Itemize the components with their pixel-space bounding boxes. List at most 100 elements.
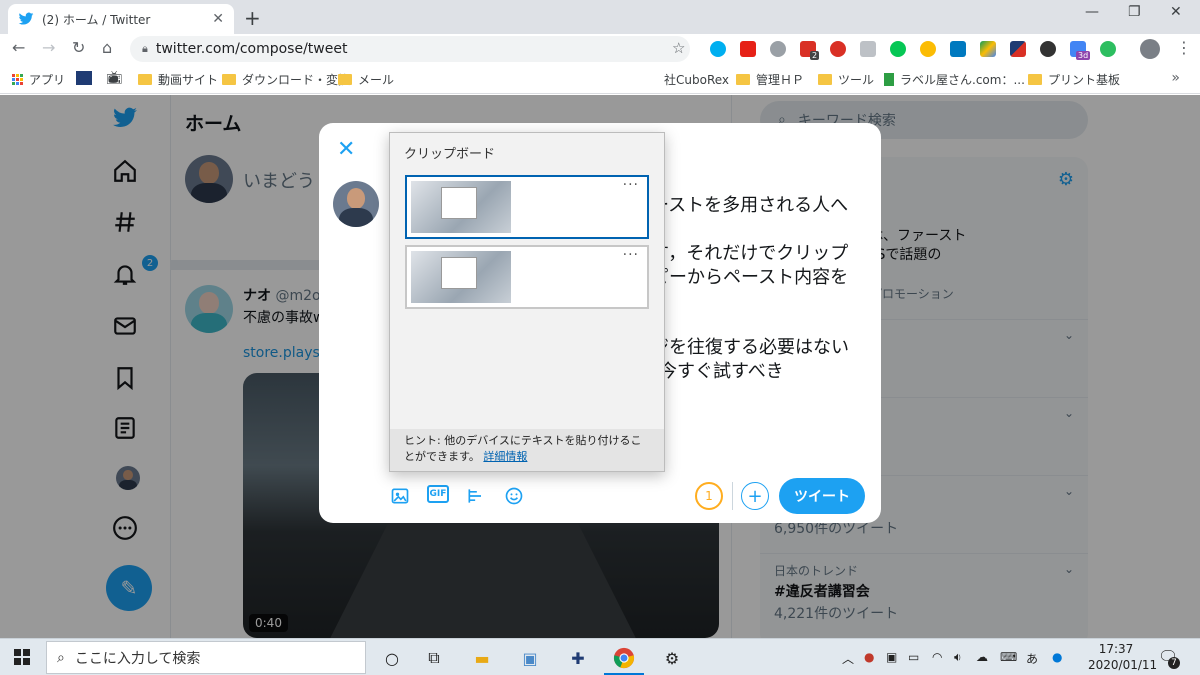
sync-extension-icon[interactable] [920, 41, 936, 57]
bookmarks-overflow-icon[interactable]: » [1171, 70, 1180, 86]
bookmark-label: 動画サイト [158, 73, 219, 87]
address-bar[interactable]: 🔒︎ twitter.com/compose/tweet [130, 36, 690, 62]
task-view-icon[interactable]: ⧉ [422, 646, 446, 670]
bookmark-icon-a[interactable] [76, 71, 92, 85]
bookmark-label-site[interactable]: ラベル屋さん.com：... [884, 71, 1025, 88]
gif-icon[interactable]: GIF [427, 485, 449, 503]
app-launcher-icon[interactable]: ✚ [566, 646, 590, 670]
panda-extension-icon[interactable] [1040, 41, 1056, 57]
label-site-icon [884, 73, 894, 86]
evernote-extension-icon[interactable] [1100, 41, 1116, 57]
bookmark-folder-tools[interactable]: ツール [818, 71, 874, 88]
cortana-circle-icon[interactable]: ○ [380, 646, 404, 670]
tab-strip: (2) ホーム / Twitter ✕ + — ❐ ✕ [0, 0, 1200, 34]
restore-icon[interactable]: ❐ [1128, 4, 1141, 20]
skype-extension-icon[interactable] [710, 41, 726, 57]
adblock-extension-icon[interactable] [830, 41, 846, 57]
close-window-icon[interactable]: ✕ [1170, 4, 1182, 20]
close-modal-icon[interactable]: ✕ [337, 137, 355, 162]
skype-gray-extension-icon[interactable] [770, 41, 786, 57]
clock-time: 17:37 [1098, 642, 1134, 656]
home-icon[interactable]: ⌂ [102, 38, 112, 57]
bookmark-folder-pcb[interactable]: プリント基板 [1028, 71, 1120, 88]
add-tweet-plus-icon[interactable]: + [741, 482, 769, 510]
bookmark-label: ダウンロード・変換 [242, 73, 351, 87]
tweet-draft-line[interactable]: 今すぐ試すべき [659, 357, 879, 383]
settings-gear-icon[interactable]: ⚙ [660, 646, 684, 670]
twitter-bird-icon [18, 12, 34, 25]
tray-network-status-icon[interactable]: ▣ [886, 650, 897, 664]
drive-extension-icon[interactable] [980, 41, 996, 57]
file-explorer-icon[interactable]: ▬ [470, 646, 494, 670]
close-tab-icon[interactable]: ✕ [212, 11, 224, 27]
bookmark-folder-download[interactable]: ダウンロード・変換 [222, 71, 350, 88]
clipboard-item-1[interactable]: ··· [405, 175, 649, 239]
calendar-extension-badge: 3d [1076, 51, 1091, 60]
twitter-page: 2 ✎ ホーム いまどうし ナオ @m2o_ 不慮の事故w store.play… [0, 95, 1200, 638]
browser-toolbar: ← → ↻ ⌂ 🔒︎ twitter.com/compose/tweet ☆ 2… [0, 34, 1200, 64]
photos-app-icon[interactable]: ▣ [518, 646, 542, 670]
pdf-extension-icon[interactable] [1010, 41, 1026, 57]
folder-icon [818, 74, 832, 85]
menu-kebab-icon[interactable]: ⋮ [1176, 38, 1192, 57]
chrome-icon[interactable] [612, 646, 636, 670]
clipboard-item-more-icon[interactable]: ··· [623, 247, 639, 263]
clock-date: 2020/01/11 [1088, 658, 1158, 672]
mail-extension-badge: 2 [810, 51, 820, 60]
tweet-draft-line[interactable]: ジを往復する必要はない [651, 333, 871, 359]
tray-blue-app-icon[interactable]: ● [1052, 650, 1062, 664]
poll-icon[interactable] [465, 485, 487, 507]
clipboard-item-2[interactable]: ··· [405, 245, 649, 309]
character-counter: 1 [695, 482, 723, 510]
bookmark-apps[interactable]: アプリ [12, 71, 65, 88]
bookmark-folder-mail[interactable]: メール [338, 71, 394, 88]
onedrive-cloud-icon[interactable]: ☁ [976, 650, 988, 664]
apps-grid-icon [12, 74, 23, 85]
emoji-icon[interactable] [503, 485, 525, 507]
bookmark-folder-video[interactable]: 動画サイト [138, 71, 218, 88]
clipboard-details-link[interactable]: 詳細情報 [483, 450, 527, 463]
tweet-button[interactable]: ツイート [779, 478, 865, 514]
tweet-draft-line[interactable]: す，それだけでクリップ [651, 239, 871, 265]
trello-extension-icon[interactable] [950, 41, 966, 57]
taskbar-clock[interactable]: 17:37 2020/01/11 [1088, 641, 1158, 673]
bookmark-star-icon[interactable]: ☆ [672, 39, 685, 57]
forward-icon[interactable]: → [42, 38, 55, 57]
taskbar-search-input[interactable]: ⌕ ここに入力して検索 [46, 641, 366, 674]
tray-expand-icon[interactable]: ︿ [842, 650, 854, 667]
bookmark-folder-admin[interactable]: 管理ＨＰ [736, 71, 804, 88]
bookmark-cuborex[interactable]: 社CuboRex [664, 71, 729, 88]
folder-icon [736, 74, 750, 85]
minimize-icon[interactable]: — [1085, 4, 1099, 20]
action-center-badge: 7 [1168, 657, 1180, 669]
keyboard-icon[interactable]: ⌨ [1000, 650, 1017, 664]
tweet-draft-line[interactable]: ピーからペースト内容を [651, 263, 871, 289]
volume-icon[interactable]: 🔉︎ [954, 650, 962, 665]
clipboard-thumbnail [411, 181, 511, 233]
browser-tab-twitter[interactable]: (2) ホーム / Twitter ✕ [8, 4, 234, 34]
tray-battery-icon[interactable]: ▭ [908, 650, 919, 664]
bookmark-label: メール [358, 73, 395, 87]
tray-app-icon[interactable]: ● [864, 650, 874, 664]
profile-avatar-icon[interactable] [1140, 39, 1160, 59]
back-icon[interactable]: ← [12, 38, 25, 57]
bookmark-icon-b[interactable]: 📺︎ [106, 71, 123, 86]
counter-divider [732, 482, 733, 510]
folder-icon [338, 74, 352, 85]
line-extension-icon[interactable] [890, 41, 906, 57]
windows-start-icon[interactable] [14, 649, 30, 665]
tweet-draft-line[interactable]: ーストを多用される人へ [651, 191, 871, 217]
clipboard-title: クリップボード [404, 147, 496, 162]
new-tab-icon[interactable]: + [244, 6, 261, 30]
ime-indicator[interactable]: あ [1026, 650, 1038, 667]
image-icon[interactable] [389, 485, 411, 507]
taskbar-search-placeholder: ここに入力して検索 [74, 650, 201, 667]
bookmark-label: プリント基板 [1048, 73, 1121, 87]
clipboard-item-more-icon[interactable]: ··· [623, 177, 639, 193]
wifi-icon[interactable]: ◠ [932, 650, 942, 664]
youtube-extension-icon[interactable] [740, 41, 756, 57]
reload-icon[interactable]: ↻ [72, 38, 85, 57]
chat-extension-icon[interactable] [860, 41, 876, 57]
address-url: twitter.com/compose/tweet [155, 41, 348, 57]
clipboard-history-popup: クリップボード ··· ··· ヒント: 他のデバイスにテキストを貼り付けること… [389, 132, 665, 472]
